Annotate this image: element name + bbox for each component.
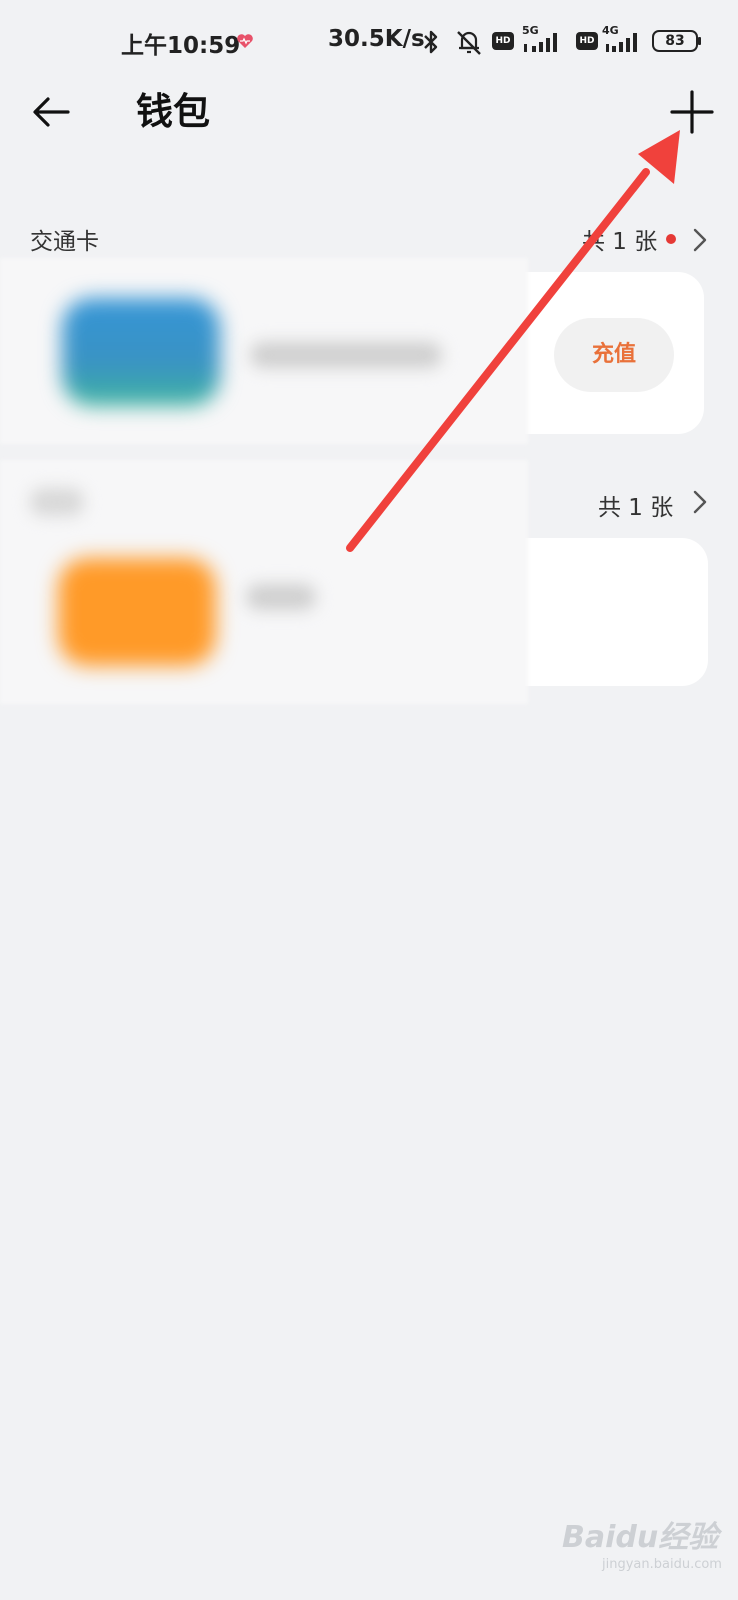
transit-card-thumbnail bbox=[62, 298, 220, 406]
transit-card-name-redacted bbox=[250, 342, 442, 368]
status-time: 上午10:59 bbox=[121, 33, 241, 59]
network-speed: 30.5K/s bbox=[328, 26, 425, 52]
back-arrow-icon[interactable] bbox=[28, 88, 76, 136]
section-title-redacted bbox=[30, 488, 84, 516]
page-title: 钱包 bbox=[136, 90, 210, 133]
chevron-right-icon[interactable] bbox=[690, 226, 710, 254]
signal-strength-icon bbox=[524, 33, 557, 52]
health-heart-icon bbox=[237, 34, 253, 48]
signal-strength-icon-2 bbox=[606, 33, 637, 52]
transit-card-count[interactable]: 共 1 张 bbox=[582, 222, 657, 256]
add-card-plus-icon[interactable] bbox=[668, 88, 716, 136]
section-title-transit-card: 交通卡 bbox=[30, 229, 99, 255]
status-bar: 上午10:59 30.5K/s HD 5G HD 4G 83 bbox=[0, 0, 738, 84]
bank-card-name-redacted bbox=[246, 584, 316, 610]
card-count[interactable]: 共 1 张 bbox=[598, 488, 673, 522]
mute-bell-icon bbox=[457, 31, 481, 55]
battery-level: 83 bbox=[665, 33, 685, 49]
hd-voice-icon: HD bbox=[492, 32, 514, 50]
watermark-url: jingyan.baidu.com bbox=[602, 1557, 722, 1572]
chevron-right-icon-2[interactable] bbox=[690, 488, 710, 516]
watermark-main: Baidu经验 bbox=[562, 1520, 719, 1555]
bluetooth-icon bbox=[424, 30, 438, 54]
notification-dot bbox=[666, 234, 676, 244]
baidu-watermark: Baidu经验 jingyan.baidu.com bbox=[562, 1500, 722, 1580]
top-up-button[interactable]: 充值 bbox=[554, 318, 674, 392]
hd-voice-icon-2: HD bbox=[576, 32, 598, 50]
bank-card-thumbnail bbox=[58, 558, 216, 666]
